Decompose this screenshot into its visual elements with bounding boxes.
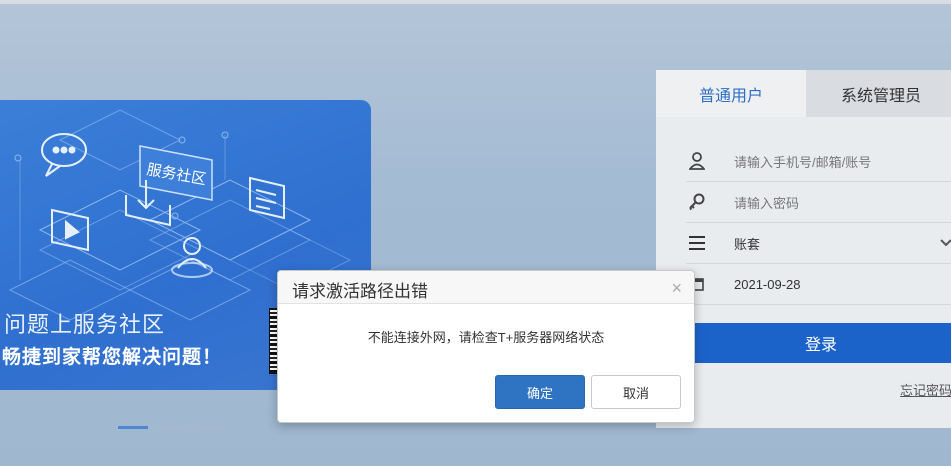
- dialog-message: 不能连接外网，请检查T+服务器网络状态: [367, 330, 605, 345]
- login-fields: 请输入手机号/邮箱/账号 请输入密码 账套 2021-09-28: [686, 141, 951, 305]
- forgot-password-link[interactable]: 忘记密码: [900, 380, 951, 399]
- login-tabs: 普通用户 系统管理员: [656, 70, 951, 117]
- menu-icon: [687, 233, 707, 253]
- account-set-label: 账套: [734, 236, 761, 252]
- user-icon: [687, 151, 707, 171]
- password-field[interactable]: 请输入密码: [686, 182, 951, 223]
- tab-regular-user[interactable]: 普通用户: [656, 70, 806, 117]
- password-placeholder: 请输入密码: [734, 195, 800, 211]
- login-panel: 普通用户 系统管理员 请输入手机号/邮箱/账号 请输入密码 账套 2021-09…: [656, 70, 951, 428]
- date-value: 2021-09-28: [734, 276, 801, 292]
- carousel-indicators: [118, 426, 224, 429]
- carousel-dot-2[interactable]: [156, 426, 186, 429]
- user-icon: [171, 237, 213, 278]
- banner-subheadline: 畅捷到家帮您解决问题！: [2, 347, 223, 368]
- carousel-dot-1[interactable]: [118, 426, 148, 429]
- chat-bubble-icon: [41, 133, 87, 177]
- dialog-header: 请求激活路径出错 ×: [278, 271, 694, 304]
- dialog-title: 请求激活路径出错: [292, 282, 428, 301]
- account-set-select[interactable]: 账套: [686, 223, 951, 264]
- login-button[interactable]: 登录: [686, 323, 951, 363]
- cancel-button[interactable]: 取消: [591, 375, 681, 409]
- date-field[interactable]: 2021-09-28: [686, 264, 951, 305]
- error-dialog: 请求激活路径出错 × 不能连接外网，请检查T+服务器网络状态 确定 取消: [277, 270, 695, 423]
- tab-system-admin[interactable]: 系统管理员: [806, 70, 951, 117]
- username-field[interactable]: 请输入手机号/邮箱/账号: [686, 141, 951, 182]
- banner-headline: 问题上服务社区: [4, 312, 166, 337]
- confirm-button[interactable]: 确定: [495, 375, 585, 409]
- close-icon[interactable]: ×: [671, 279, 682, 297]
- chevron-down-icon[interactable]: [940, 235, 951, 253]
- top-strip: [0, 0, 951, 4]
- carousel-dot-3[interactable]: [194, 426, 224, 429]
- play-icon: [51, 208, 89, 252]
- service-badge: 服务社区: [139, 145, 213, 201]
- key-icon: [687, 192, 707, 212]
- username-placeholder: 请输入手机号/邮箱/账号: [734, 154, 872, 170]
